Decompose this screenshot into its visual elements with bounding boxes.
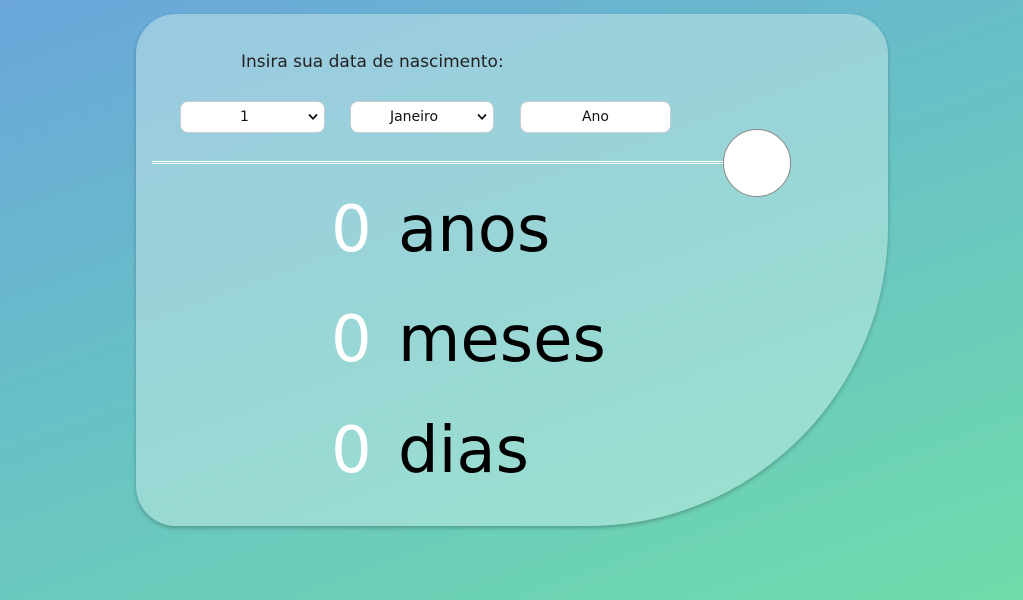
months-unit: meses: [398, 303, 606, 377]
divider-line: [152, 161, 732, 164]
years-unit: anos: [398, 193, 551, 267]
calculate-button[interactable]: [723, 129, 791, 197]
days-value: 0: [331, 414, 372, 488]
years-value: 0: [331, 193, 372, 267]
birthdate-prompt: Insira sua data de nascimento:: [241, 52, 504, 72]
months-result: 0 meses: [331, 300, 606, 380]
day-select[interactable]: 1: [180, 101, 325, 133]
days-result: 0 dias: [331, 411, 529, 491]
year-input[interactable]: Ano: [520, 101, 671, 133]
chevron-down-icon: [477, 114, 487, 120]
months-value: 0: [331, 303, 372, 377]
month-select[interactable]: Janeiro: [350, 101, 494, 133]
day-select-value: 1: [240, 109, 249, 125]
month-select-value: Janeiro: [389, 109, 439, 125]
chevron-down-icon: [308, 114, 318, 120]
year-input-placeholder: Ano: [581, 109, 609, 125]
days-unit: dias: [398, 414, 529, 488]
age-calculator-card: Insira sua data de nascimento: 1 Janeiro…: [136, 14, 888, 526]
years-result: 0 anos: [331, 190, 550, 270]
